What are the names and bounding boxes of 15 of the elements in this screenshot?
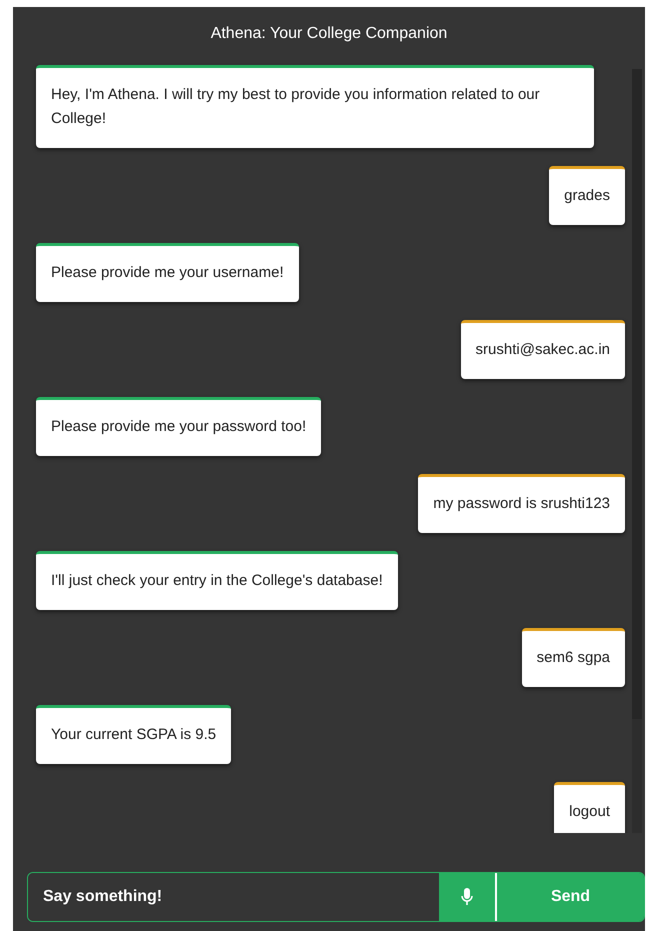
- microphone-icon: [461, 888, 473, 906]
- microphone-button[interactable]: [439, 873, 497, 921]
- bot-message: I'll just check your entry in the College's database!: [36, 551, 398, 610]
- user-message: sem6 sgpa: [522, 628, 625, 687]
- send-button[interactable]: Send: [497, 873, 644, 921]
- bot-message: Please provide me your password too!: [36, 397, 322, 456]
- user-message: srushti@sakec.ac.in: [460, 320, 625, 379]
- window-title: Athena: Your College Companion: [210, 24, 448, 44]
- user-message: grades: [549, 166, 625, 225]
- bot-message: Your current SGPA is 9.5: [36, 705, 232, 764]
- user-message: logout: [554, 782, 625, 833]
- bot-message: Hey, I'm Athena. I will try my best to provide you information related to our College!: [36, 65, 594, 148]
- message-field[interactable]: Say something! Send: [27, 872, 645, 922]
- user-message: my password is srushti123: [418, 474, 625, 533]
- bot-message: Please provide me your username!: [36, 243, 299, 302]
